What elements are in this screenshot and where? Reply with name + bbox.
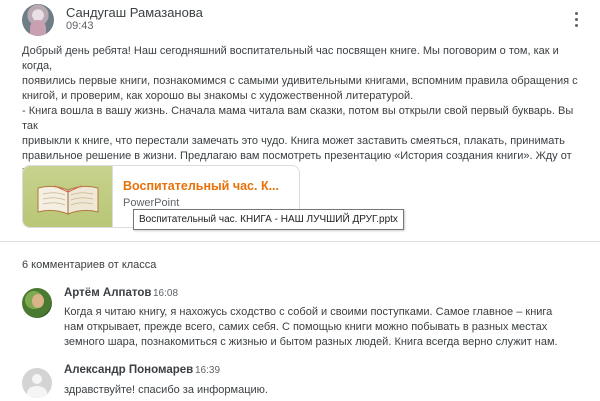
- post-text-line: появились первые книги, познакомимся с с…: [22, 75, 578, 87]
- comment-text-line: Когда я читаю книгу, я нахожусь схoдство…: [64, 306, 553, 318]
- post-header: Сандугаш Рамазанова 09:43: [0, 0, 600, 40]
- author-avatar[interactable]: [22, 4, 54, 36]
- post-time: 09:43: [66, 20, 94, 32]
- more-options-icon[interactable]: [566, 8, 586, 30]
- post-text-line: привыкли к книге, что перестали замечать…: [22, 135, 565, 147]
- dot: [574, 11, 578, 15]
- comment-text-line: земного шара, познакомиться с жизнью и б…: [64, 336, 558, 348]
- open-book-icon: [37, 185, 99, 215]
- post-author-name[interactable]: Сандугаш Рамазанова: [66, 5, 203, 20]
- post-text-line: Добрый день ребята! Наш сегодняшний восп…: [22, 45, 559, 72]
- commenter-avatar[interactable]: [22, 288, 52, 318]
- divider: [0, 241, 600, 242]
- dot: [574, 23, 578, 27]
- comment-time: 16:39: [195, 365, 221, 376]
- attachment-tooltip: Воспитательный час. КНИГА - НАШ ЛУЧШИЙ Д…: [133, 209, 404, 230]
- commenter-avatar-placeholder[interactable]: [22, 368, 52, 398]
- comment-text-line: здравствуйте! спасибо за информацию.: [64, 384, 268, 396]
- attachment-title[interactable]: Воспитательный час. К...: [123, 179, 279, 193]
- comments-count[interactable]: 6 комментариев от класса: [22, 259, 156, 271]
- comment-text-line: нам открывает, прежде всего, самих себя.…: [64, 321, 548, 333]
- dot: [574, 17, 578, 21]
- comment-author[interactable]: Артём Алпатов: [64, 287, 151, 299]
- comment-author[interactable]: Александр Пономарев: [64, 364, 193, 376]
- attachment-thumbnail: [23, 166, 113, 227]
- post-text-line: книгой, и проверим, как хорошо вы знаком…: [22, 90, 414, 102]
- post-text-line: - Книга вошла в вашу жизнь. Сначала мама…: [22, 105, 574, 132]
- attachment-type: PowerPoint: [123, 197, 180, 209]
- comment-time: 16:08: [153, 288, 179, 299]
